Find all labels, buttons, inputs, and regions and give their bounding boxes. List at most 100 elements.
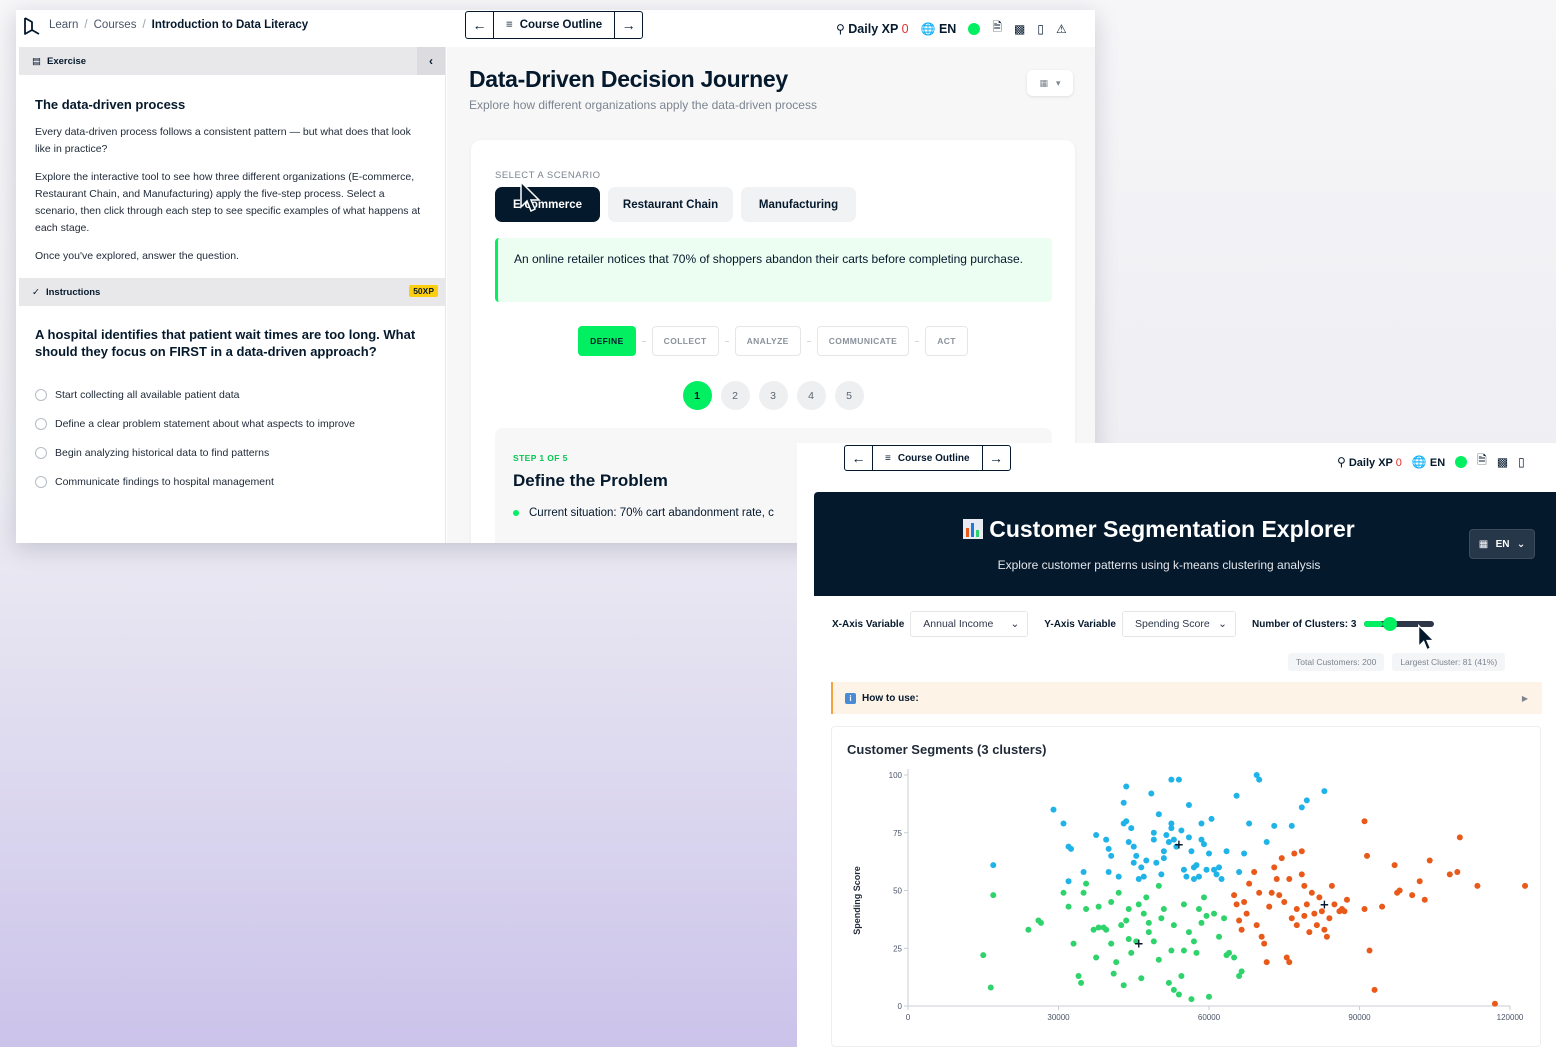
breadcrumb-course[interactable]: Introduction to Data Literacy bbox=[152, 19, 309, 31]
data-point-cluster-3 bbox=[1185, 929, 1192, 936]
daily-xp[interactable]: ⚲ Daily XP 0 bbox=[836, 22, 909, 36]
data-point-cluster-2 bbox=[1341, 908, 1348, 915]
breadcrumb-courses[interactable]: Courses bbox=[94, 19, 137, 31]
data-point-cluster-3 bbox=[1165, 979, 1172, 986]
datacamp-logo-icon[interactable] bbox=[23, 17, 41, 37]
video-icon[interactable]: ▩ bbox=[1497, 455, 1508, 469]
document-icon[interactable]: 🗎 bbox=[1477, 451, 1487, 472]
data-point-cluster-1 bbox=[1168, 825, 1175, 832]
radio-button[interactable] bbox=[35, 388, 47, 401]
data-point-cluster-1 bbox=[1103, 836, 1110, 843]
answer-option[interactable]: Begin analyzing historical data to find … bbox=[35, 438, 429, 467]
step-number-5[interactable]: 5 bbox=[834, 381, 864, 410]
data-point-cluster-3 bbox=[1160, 905, 1167, 912]
radio-button[interactable] bbox=[35, 475, 47, 488]
radio-button[interactable] bbox=[35, 446, 47, 459]
daily-xp-label: Daily XP bbox=[1348, 456, 1393, 469]
data-point-cluster-1 bbox=[1123, 818, 1130, 825]
course-outline-button[interactable]: ≡ Course Outline bbox=[493, 12, 616, 38]
data-point-cluster-1 bbox=[1168, 776, 1175, 783]
data-point-cluster-1 bbox=[1271, 822, 1278, 829]
data-point-cluster-3 bbox=[1135, 901, 1142, 908]
data-point-cluster-2 bbox=[1416, 878, 1423, 885]
data-point-cluster-1 bbox=[1200, 841, 1207, 848]
y-axis-select[interactable]: Spending Score ⌄ bbox=[1121, 611, 1236, 637]
data-point-cluster-2 bbox=[1396, 887, 1403, 894]
step-define[interactable]: DEFINE bbox=[578, 326, 636, 356]
course-outline-button[interactable]: ≡ Course Outline bbox=[872, 446, 983, 470]
language-select[interactable]: ▦ EN ⌄ bbox=[1469, 529, 1535, 559]
data-point-cluster-3 bbox=[1037, 919, 1044, 926]
clusters-slider-fill bbox=[1364, 621, 1384, 627]
next-arrow-icon[interactable]: → bbox=[615, 12, 642, 38]
scenario-restaurant[interactable]: Restaurant Chain bbox=[608, 187, 733, 222]
data-point-cluster-1 bbox=[1060, 820, 1067, 827]
data-point-cluster-2 bbox=[1323, 933, 1330, 940]
prev-arrow-icon[interactable]: ← bbox=[466, 12, 493, 38]
data-point-cluster-2 bbox=[1361, 818, 1368, 825]
x-axis-select[interactable]: Annual Income ⌄ bbox=[910, 611, 1029, 637]
mobile-icon[interactable]: ▯ bbox=[1037, 22, 1044, 36]
language-button[interactable]: 🌐 EN bbox=[1412, 455, 1445, 469]
exercise-body: The data-driven process Every data-drive… bbox=[19, 75, 445, 265]
course-outline-nav: ← ≡ Course Outline → bbox=[844, 445, 1011, 471]
step-connector bbox=[641, 340, 646, 342]
data-point-cluster-3 bbox=[1178, 972, 1185, 979]
data-point-cluster-2 bbox=[1243, 910, 1250, 917]
course-window-2: ← ≡ Course Outline → ⚲ Daily XP 0 🌐 EN 🗎… bbox=[797, 443, 1556, 1047]
us-flag-icon: ▦ bbox=[1039, 77, 1048, 88]
next-arrow-icon[interactable]: → bbox=[983, 446, 1010, 470]
data-point-cluster-1 bbox=[1108, 852, 1115, 859]
step-communicate[interactable]: COMMUNICATE bbox=[816, 326, 910, 356]
data-point-cluster-3 bbox=[1145, 919, 1152, 926]
collapse-panel-button[interactable]: ‹ bbox=[417, 47, 445, 75]
warning-icon[interactable]: ⚠ bbox=[1056, 22, 1067, 36]
data-point-cluster-2 bbox=[1491, 1000, 1498, 1007]
exercise-icon: ▤ bbox=[32, 55, 41, 67]
data-point-cluster-3 bbox=[980, 952, 987, 959]
answer-option[interactable]: Define a clear problem statement about w… bbox=[35, 409, 429, 438]
mobile-icon[interactable]: ▯ bbox=[1518, 455, 1525, 469]
video-icon[interactable]: ▩ bbox=[1014, 22, 1025, 36]
clusters-slider-handle[interactable] bbox=[1383, 617, 1398, 631]
step-analyze[interactable]: ANALYZE bbox=[734, 326, 801, 356]
instructions-tab[interactable]: ✓ Instructions 50XP bbox=[19, 278, 445, 306]
menu-icon: ≡ bbox=[506, 19, 513, 31]
step-bullet-text: Current situation: 70% cart abandonment … bbox=[529, 507, 774, 519]
top-nav: Learn / Courses / Introduction to Data L… bbox=[16, 10, 1095, 46]
step-act[interactable]: ACT bbox=[925, 326, 968, 356]
document-icon[interactable]: 🗎 bbox=[992, 18, 1002, 39]
scenario-ecommerce[interactable]: E-commerce bbox=[495, 187, 600, 222]
scatter-plot[interactable]: 0 25 50 75 100 0 30000 60000 90000 120000 Spending… bbox=[832, 727, 1542, 1047]
daily-xp[interactable]: ⚲ Daily XP 0 bbox=[1337, 455, 1402, 469]
data-point-cluster-3 bbox=[1158, 915, 1165, 922]
data-point-cluster-3 bbox=[1108, 940, 1115, 947]
data-point-cluster-2 bbox=[1278, 855, 1285, 862]
answer-option[interactable]: Communicate findings to hospital managem… bbox=[35, 467, 429, 496]
exercise-tab[interactable]: ▤ Exercise ‹ bbox=[19, 47, 445, 75]
how-to-use-panel[interactable]: i How to use: ▶ bbox=[831, 682, 1542, 714]
step-number-4[interactable]: 4 bbox=[796, 381, 826, 410]
bullet-dot bbox=[513, 510, 519, 516]
radio-button[interactable] bbox=[35, 417, 47, 430]
exercise-tab-label: Exercise bbox=[46, 55, 87, 67]
step-number-2[interactable]: 2 bbox=[720, 381, 750, 410]
data-point-cluster-1 bbox=[1216, 864, 1223, 871]
chevron-down-icon: ⌄ bbox=[1010, 618, 1020, 630]
language-button[interactable]: 🌐 EN bbox=[921, 22, 957, 36]
step-number-3[interactable]: 3 bbox=[758, 381, 788, 410]
prev-arrow-icon[interactable]: ← bbox=[845, 446, 872, 470]
step-collect[interactable]: COLLECT bbox=[651, 326, 719, 356]
xp-badge: 50XP bbox=[409, 285, 438, 297]
expand-arrow-icon[interactable]: ▶ bbox=[1522, 694, 1528, 703]
step-number-1[interactable]: 1 bbox=[682, 381, 712, 410]
answer-option[interactable]: Start collecting all available patient d… bbox=[35, 380, 429, 409]
data-point-cluster-2 bbox=[1293, 922, 1300, 929]
data-point-cluster-2 bbox=[1326, 915, 1333, 922]
breadcrumb-learn[interactable]: Learn bbox=[49, 19, 78, 31]
scenario-manufacturing[interactable]: Manufacturing bbox=[741, 187, 856, 222]
data-point-cluster-1 bbox=[1188, 848, 1195, 855]
step-bullet: Current situation: 70% cart abandonment … bbox=[513, 507, 774, 519]
language-select[interactable]: ▦ ▾ bbox=[1027, 70, 1073, 96]
exercise-paragraph: Once you've explored, answer the questio… bbox=[35, 250, 239, 262]
